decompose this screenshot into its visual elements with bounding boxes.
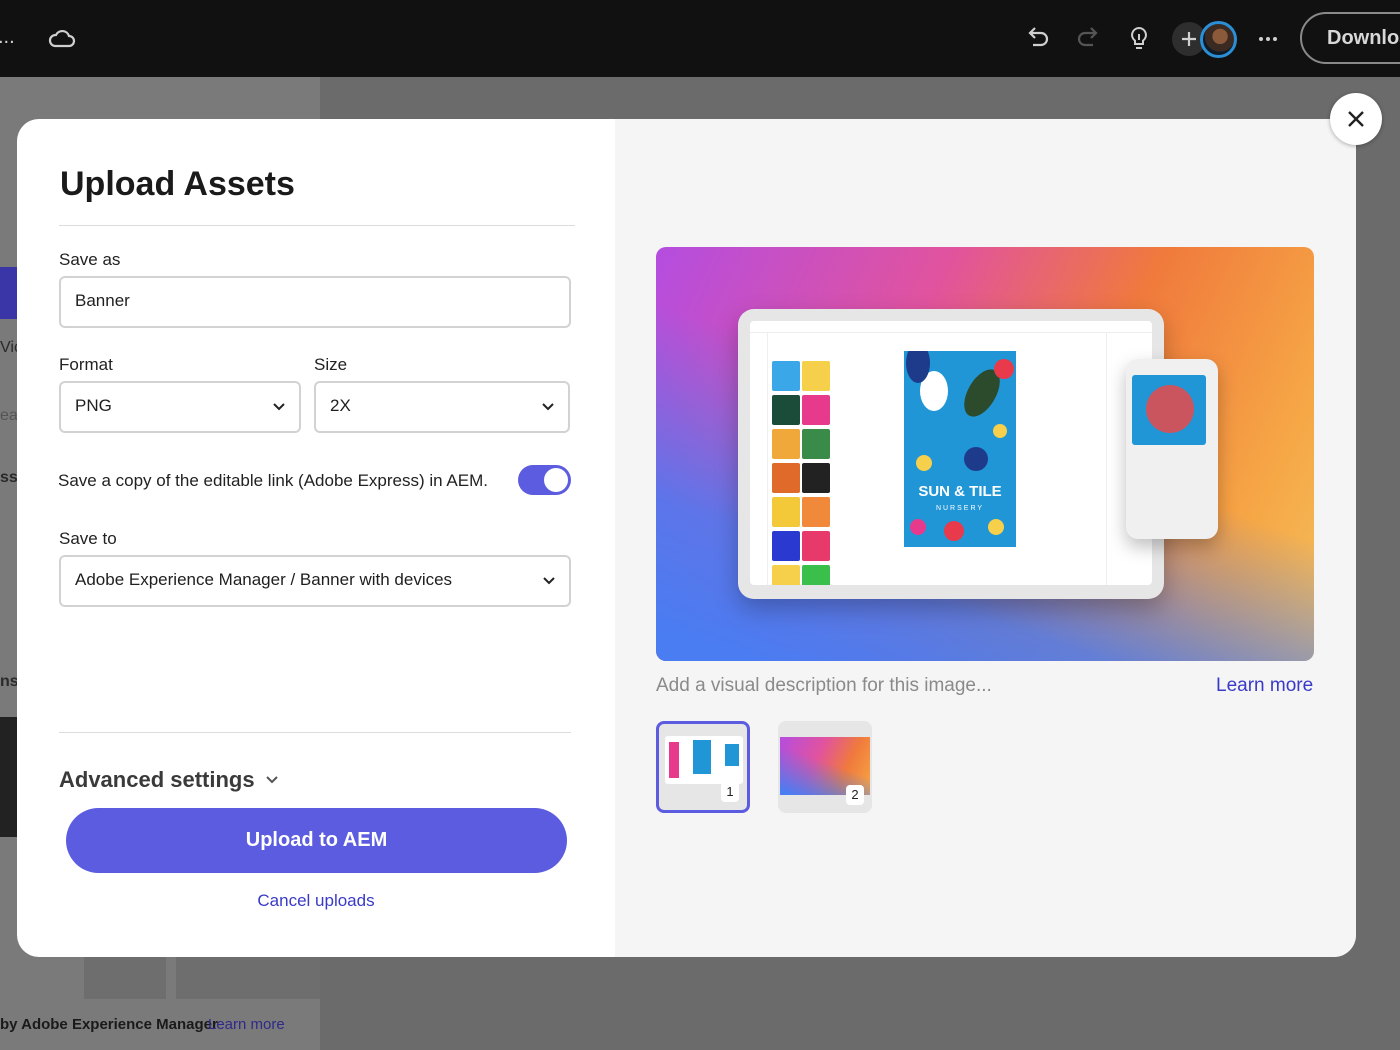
cancel-uploads-link[interactable]: Cancel uploads [17,891,615,911]
top-bar: ... Downloa [0,0,1400,77]
size-value: 2X [330,396,351,415]
thumbnail-2[interactable]: 2 [778,721,872,813]
learn-more-link[interactable]: Learn more [1216,675,1313,697]
save-to-select[interactable]: Adobe Experience Manager / Banner with d… [59,555,571,607]
redo-icon[interactable] [1071,22,1105,56]
preview-image: SUN & TILE NURSERY [656,247,1314,661]
footer-text: by Adobe Experience Manager [0,1016,218,1033]
toggle-knob [544,468,568,492]
panel-tile [0,717,18,837]
avatar[interactable] [1200,21,1237,58]
more-icon[interactable] [1251,22,1285,56]
editable-link-toggle[interactable] [518,465,571,495]
footer-learn-more-link[interactable]: Learn more [208,1016,285,1033]
editable-link-label: Save a copy of the editable link (Adobe … [58,471,488,490]
panel-tile [84,955,166,999]
panel-tile [176,955,320,999]
tablet-screen: SUN & TILE NURSERY [750,321,1152,585]
format-select[interactable]: PNG [59,381,301,433]
panel-fragment: ns [0,673,19,690]
lightbulb-icon[interactable] [1122,22,1156,56]
poster-subtitle: NURSERY [935,505,985,512]
size-label: Size [314,355,348,374]
download-button[interactable]: Downloa [1300,12,1400,64]
phone-mockup [1126,359,1218,539]
size-select[interactable]: 2X [314,381,570,433]
save-as-input[interactable]: Banner [59,276,571,328]
divider [59,732,571,733]
divider [59,225,575,226]
thumbnail-1[interactable]: 1 [656,721,750,813]
project-name[interactable]: ... [0,26,15,49]
format-value: PNG [75,396,112,415]
close-icon [1348,111,1364,127]
image-description-input[interactable]: Add a visual description for this image.… [656,675,992,697]
chevron-down-icon[interactable] [264,772,280,788]
close-dialog-button[interactable] [1330,93,1382,145]
undo-icon[interactable] [1021,22,1055,56]
thumbnail-number: 1 [721,782,739,802]
chevron-down-icon [542,403,554,411]
dialog-title: Upload Assets [60,165,295,203]
panel-accent-strip [0,267,18,319]
poster-title: SUN & TILE [918,483,1002,500]
save-to-value: Adobe Experience Manager / Banner with d… [75,570,453,589]
save-as-label: Save as [59,250,121,269]
upload-to-aem-button[interactable]: Upload to AEM [66,808,567,873]
upload-assets-dialog: Upload Assets Save as Banner Format PNG … [17,119,1356,957]
format-label: Format [59,355,113,374]
thumbnail-number: 2 [846,785,864,805]
poster: SUN & TILE NURSERY [904,351,1016,547]
save-to-label: Save to [59,529,117,548]
cloud-icon[interactable] [45,22,79,56]
chevron-down-icon [543,577,555,585]
advanced-settings-toggle[interactable]: Advanced settings [59,767,255,793]
tablet-mockup: SUN & TILE NURSERY [738,309,1164,599]
chevron-down-icon [273,403,285,411]
